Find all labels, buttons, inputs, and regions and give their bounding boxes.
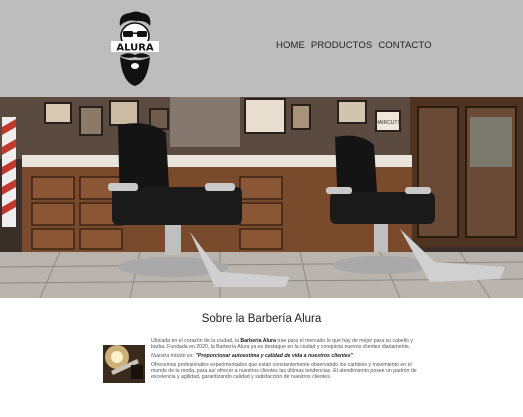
nav-productos-link[interactable]: PRODUCTOS: [311, 40, 372, 51]
shop-sign-text: HAIRCUTS: [375, 120, 401, 126]
about-text: Ubicada en el corazón de la ciudad, la B…: [151, 338, 421, 384]
about-paragraph-1: Ubicada en el corazón de la ciudad, la B…: [151, 338, 413, 351]
main-nav: HOME PRODUCTOS CONTACTO: [276, 40, 432, 51]
barbershop-hero-image: HAIRCUTS: [0, 97, 523, 298]
about-paragraph-mission: Nuestra misión es: "Proporcionar autoest…: [151, 353, 355, 360]
nav-contacto-link[interactable]: CONTACTO: [378, 40, 431, 51]
nav-home-link[interactable]: HOME: [276, 40, 305, 51]
logo-brand-text: ALURA: [116, 43, 154, 54]
about-paragraph-3: Ofrecemos profesionales experimentados q…: [151, 362, 417, 381]
barber-razor-photo: [103, 345, 145, 383]
about-title: Sobre la Barbería Alura: [201, 313, 322, 325]
barber-mustache-logo[interactable]: ALURA: [110, 10, 160, 88]
site-header: ALURA HOME PRODUCTOS CONTACTO: [0, 0, 523, 97]
